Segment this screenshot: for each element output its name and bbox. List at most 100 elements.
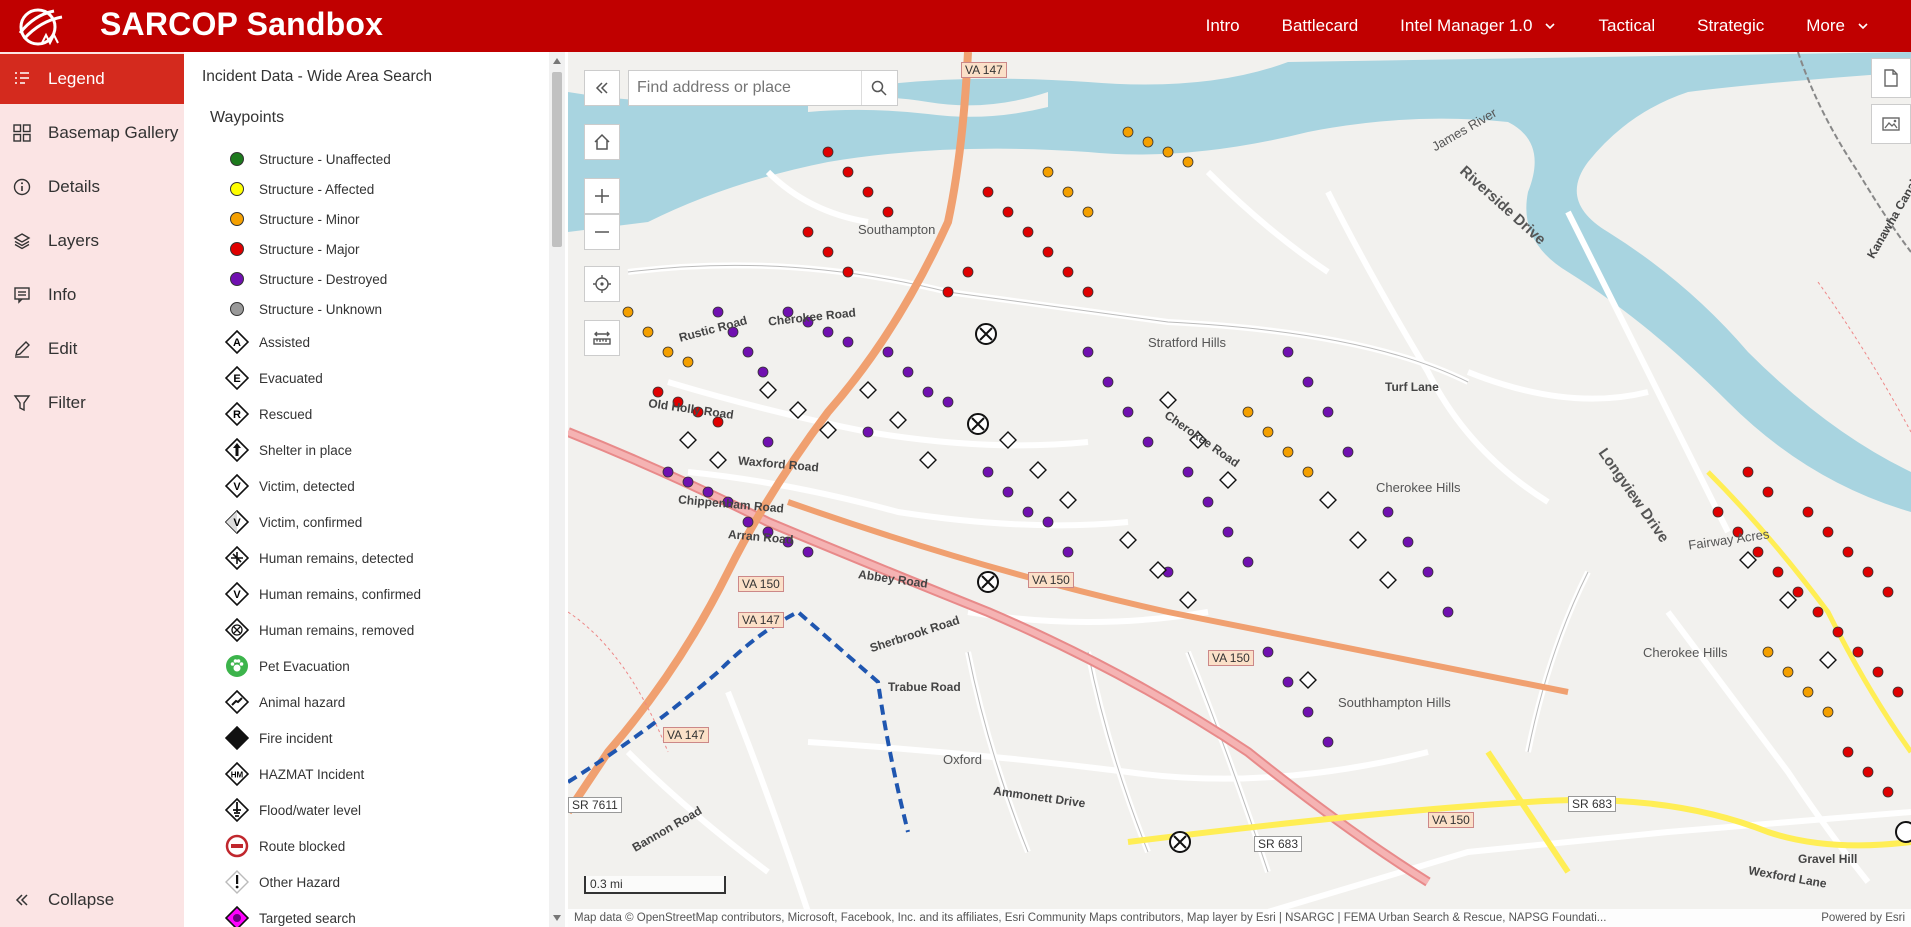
circle-yellow-icon	[224, 176, 250, 202]
scale-bar-label: 0.3 mi	[590, 877, 623, 891]
zoom-out-button[interactable]	[584, 214, 620, 250]
legend-item-label: Structure - Major	[259, 241, 360, 257]
diamond-cross-circle-icon	[224, 617, 250, 643]
sidebar-item-label: Info	[48, 285, 77, 304]
route-shield-va150: VA 150	[738, 576, 784, 592]
circle-orange-icon	[224, 206, 250, 232]
sidebar-collapse-button[interactable]: Collapse	[0, 880, 184, 920]
legend-item: Human remains, detected	[224, 540, 524, 576]
measure-button[interactable]	[584, 320, 620, 356]
scrollbar-thumb[interactable]	[552, 72, 562, 247]
legend-layer-title: Waypoints	[210, 109, 285, 126]
nav-intro[interactable]: Intro	[1206, 16, 1240, 36]
diamond-cross-icon	[224, 545, 250, 571]
sidebar-item-edit[interactable]: Edit	[0, 324, 184, 374]
chevron-down-icon	[1858, 23, 1868, 30]
legend-item-label: Victim, confirmed	[259, 514, 363, 530]
diamond-r-icon: R	[224, 401, 250, 427]
search-button[interactable]	[860, 71, 897, 105]
targeted-search-icon	[224, 905, 250, 927]
map-label-cherokee-hills-2: Cherokee Hills	[1643, 645, 1728, 660]
legend-item-label: Fire incident	[259, 730, 333, 746]
legend-item-label: Human remains, detected	[259, 550, 414, 566]
nav-intel-manager-label: Intel Manager 1.0	[1400, 16, 1533, 35]
map-label-stratford-hills: Stratford Hills	[1148, 335, 1227, 350]
legend-item-label: Flood/water level	[259, 802, 362, 818]
app-header: SARCOP Sandbox Intro Battlecard Intel Ma…	[0, 0, 1911, 52]
map-label-southampton: Southampton	[858, 222, 936, 237]
nav-tactical[interactable]: Tactical	[1598, 16, 1655, 36]
double-chevron-left-icon	[595, 82, 608, 94]
legend-item: Flood/water level	[224, 792, 524, 828]
legend-item: Structure - Unaffected	[224, 144, 524, 174]
legend-item: Route blocked	[224, 828, 524, 864]
minor-damage-structures	[622, 126, 1834, 718]
legend-scrollbar[interactable]	[549, 52, 565, 927]
other-hazard-icon	[224, 869, 250, 895]
sidebar-item-layers[interactable]: Layers	[0, 216, 184, 266]
export-image-button[interactable]	[1871, 104, 1911, 144]
scroll-down-arrow-icon[interactable]	[553, 915, 561, 921]
document-icon	[1884, 69, 1898, 87]
hazmat-icon: HM	[224, 761, 250, 787]
svg-text:HM: HM	[231, 771, 244, 780]
sidebar-item-info[interactable]: Info	[0, 270, 184, 320]
map-label-trabue-road: Trabue Road	[888, 680, 961, 694]
sidebar-item-label: Details	[48, 177, 100, 196]
search-input[interactable]	[629, 78, 861, 98]
shelter-arrow-icon	[224, 437, 250, 463]
legend-item: Animal hazard	[224, 684, 524, 720]
legend-item-label: Animal hazard	[259, 694, 346, 710]
animal-hazard-icon	[224, 689, 250, 715]
map-label-southhampton-hills: Southhampton Hills	[1338, 695, 1451, 710]
street-casing	[627, 264, 1589, 873]
legend-item: Fire incident	[224, 720, 524, 756]
diamond-v-remains-icon: V	[224, 581, 250, 607]
legend-item-label: Structure - Minor	[259, 211, 360, 227]
locate-crosshair-icon	[593, 275, 611, 293]
map-label-oxford: Oxford	[943, 752, 983, 767]
powered-by-esri-link[interactable]: Powered by Esri	[1821, 909, 1905, 927]
legend-item-label: Pet Evacuation	[259, 658, 350, 674]
map-view[interactable]: Cherokee Road Cherokee Road Riverside Dr…	[568, 52, 1911, 927]
nav-intro-label: Intro	[1205, 16, 1240, 35]
nav-more-label: More	[1806, 16, 1845, 35]
nav-more[interactable]: More	[1806, 16, 1869, 36]
legend-item: V Victim, detected	[224, 468, 524, 504]
home-button[interactable]	[584, 124, 620, 160]
nav-strategic-label: Strategic	[1697, 16, 1765, 35]
legend-item-label: Route blocked	[259, 838, 346, 854]
locate-button[interactable]	[584, 266, 620, 302]
nav-intel-manager[interactable]: Intel Manager 1.0	[1400, 16, 1556, 36]
expand-panel-button[interactable]	[584, 70, 620, 106]
sidebar-item-filter[interactable]: Filter	[0, 378, 184, 428]
route-shield-sr683: SR 683	[1254, 836, 1303, 852]
zoom-in-button[interactable]	[584, 178, 620, 214]
legend-item: Pet Evacuation	[224, 648, 524, 684]
legend-item: E Evacuated	[224, 360, 524, 396]
major-damage-structures	[652, 146, 1904, 798]
sidebar-item-legend[interactable]: Legend	[0, 54, 184, 104]
nav-battlecard[interactable]: Battlecard	[1282, 16, 1359, 36]
plus-icon	[595, 189, 609, 203]
sidebar-item-details[interactable]: Details	[0, 162, 184, 212]
search-icon	[872, 80, 887, 96]
nav-strategic[interactable]: Strategic	[1697, 16, 1764, 36]
legend-panel: Incident Data - Wide Area Search Waypoin…	[184, 52, 569, 927]
route-shield-sr7611: SR 7611	[568, 797, 622, 813]
scroll-up-arrow-icon[interactable]	[553, 58, 561, 64]
route-shield-va147: VA 147	[663, 727, 709, 743]
flood-water-icon	[224, 797, 250, 823]
sidebar-item-basemap-gallery[interactable]: Basemap Gallery	[0, 108, 184, 158]
legend-item-label: Evacuated	[259, 370, 323, 386]
route-shield-sr683: SR 683	[1568, 796, 1617, 812]
diamond-v-confirmed-icon: V	[224, 509, 250, 535]
legend-item: Structure - Destroyed	[224, 264, 524, 294]
route-shield-va150: VA 150	[1208, 650, 1254, 666]
print-button[interactable]	[1871, 58, 1911, 98]
circle-purple-icon	[224, 266, 250, 292]
legend-list: Structure - Unaffected Structure - Affec…	[224, 144, 524, 927]
legend-icon	[12, 69, 32, 89]
legend-item: Structure - Minor	[224, 204, 524, 234]
legend-item: Targeted search	[224, 900, 524, 927]
